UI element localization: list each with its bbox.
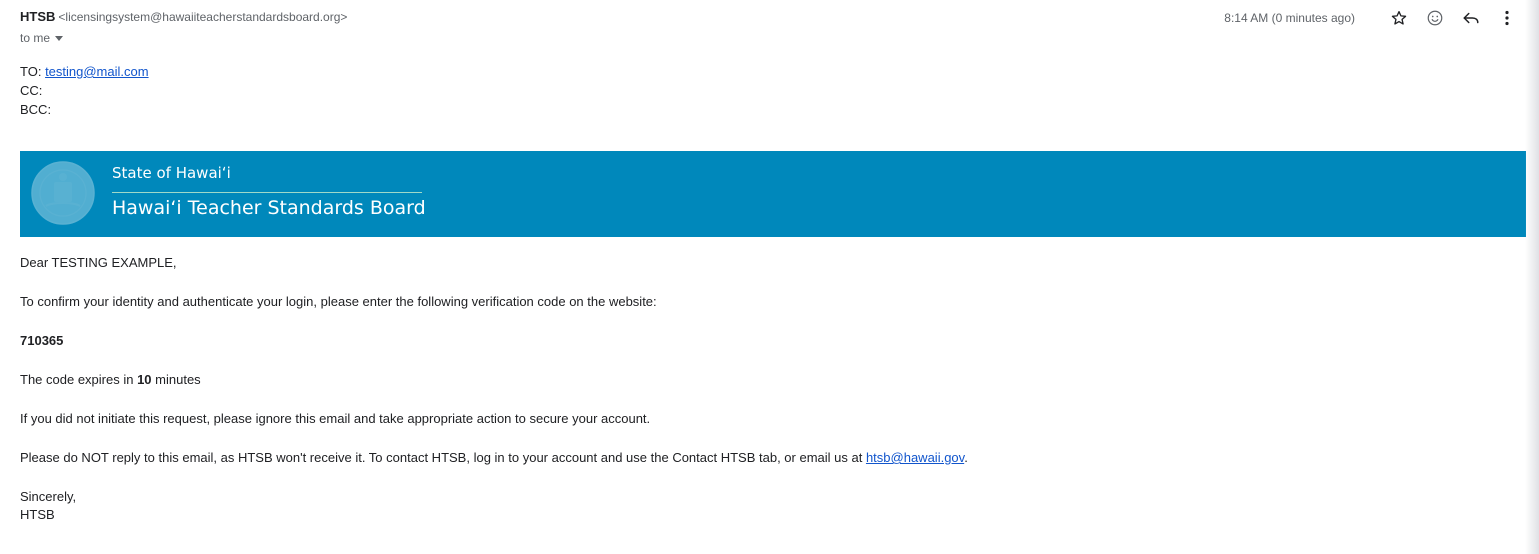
to-label: TO:	[20, 64, 42, 79]
noreply-body: Please do NOT reply to this email, as HT…	[20, 450, 866, 465]
sender-email[interactable]: <licensingsystem@hawaiiteacherstandardsb…	[58, 10, 347, 24]
ignore-text: If you did not initiate this request, pl…	[20, 411, 651, 426]
expiry-text: The code expires in 10 minutes	[20, 371, 968, 389]
expiry-post: minutes	[151, 372, 201, 387]
email-body: Dear TESTING EXAMPLE, To confirm your id…	[20, 254, 968, 524]
chevron-down-icon[interactable]	[55, 36, 64, 42]
signature: HTSB	[20, 507, 55, 522]
closing: Sincerely,	[20, 489, 77, 504]
window-edge	[1525, 0, 1539, 554]
to-me-label: to me	[20, 31, 51, 45]
state-seal-icon	[31, 161, 95, 225]
verification-code: 710365	[20, 333, 64, 348]
noreply-end: .	[964, 450, 968, 465]
to-row: TO: testing@mail.com	[20, 62, 149, 81]
star-icon[interactable]	[1385, 8, 1413, 28]
message-header: HTSB <licensingsystem@hawaiiteacherstanda…	[20, 8, 1539, 48]
to-email-link[interactable]: testing@mail.com	[45, 64, 149, 79]
message-time: 8:14 AM (0 minutes ago)	[1224, 11, 1355, 25]
emoji-icon[interactable]	[1421, 8, 1449, 28]
htsb-banner: State of Hawaiʻi Hawaiʻi Teacher Standar…	[20, 151, 1526, 237]
more-vert-icon[interactable]	[1493, 8, 1521, 28]
intro-text: To confirm your identity and authenticat…	[20, 294, 657, 309]
cc-row: CC:	[20, 81, 149, 100]
bcc-label: BCC:	[20, 102, 52, 117]
noreply-text: Please do NOT reply to this email, as HT…	[20, 449, 968, 467]
banner-divider	[112, 192, 422, 193]
sender-name[interactable]: HTSB	[20, 9, 55, 24]
reply-icon[interactable]	[1457, 8, 1485, 28]
message-meta: 8:14 AM (0 minutes ago)	[1224, 8, 1521, 28]
banner-subtitle: State of Hawaiʻi	[112, 164, 231, 182]
sender-line: HTSB <licensingsystem@hawaiiteacherstanda…	[20, 8, 347, 26]
expiry-minutes: 10	[137, 372, 152, 387]
banner-title: Hawaiʻi Teacher Standards Board	[112, 197, 426, 219]
greeting: Dear TESTING EXAMPLE,	[20, 255, 177, 270]
cc-label: CC:	[20, 83, 43, 98]
contact-email-link[interactable]: htsb@hawaii.gov	[866, 450, 964, 465]
recipient-summary[interactable]: to me	[20, 29, 64, 47]
bcc-row: BCC:	[20, 100, 149, 119]
expiry-pre: The code expires in	[20, 372, 138, 387]
recipients-block: TO: testing@mail.com CC: BCC:	[20, 62, 149, 119]
